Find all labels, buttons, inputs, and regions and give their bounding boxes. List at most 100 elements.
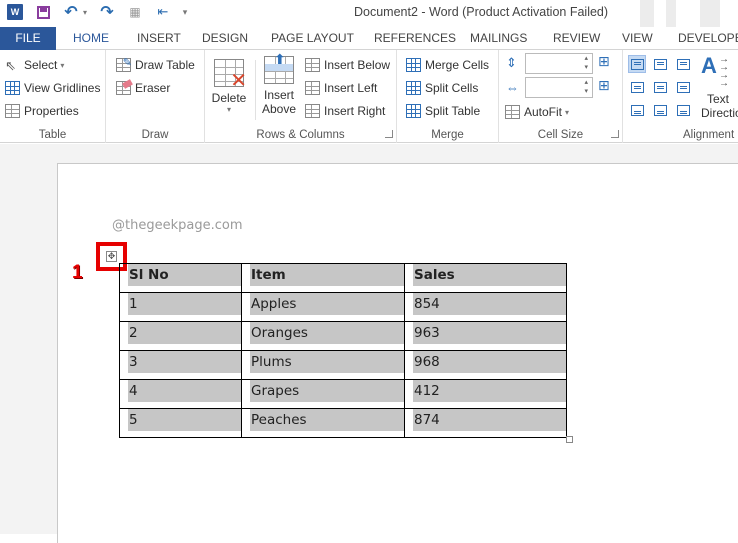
properties-button[interactable]: Properties: [5, 101, 79, 121]
align-top-center-button[interactable]: [651, 55, 669, 73]
tab-page-layout[interactable]: PAGE LAYOUT: [271, 27, 354, 50]
draw-table-button[interactable]: ✎ Draw Table: [116, 55, 195, 75]
table-move-handle-icon[interactable]: ✥: [106, 251, 117, 262]
cell-text: Plums: [250, 351, 404, 373]
tab-mailings[interactable]: MAILINGS: [470, 27, 527, 50]
insert-right-label: Insert Right: [324, 104, 386, 118]
insert-above-button[interactable]: ⬆ Insert Above: [261, 51, 297, 116]
align-bottom-right-button[interactable]: [674, 101, 692, 119]
insert-above-label-2: Above: [261, 102, 297, 116]
cell-size-dialog-launcher-icon[interactable]: [611, 130, 619, 138]
table-cell[interactable]: 1: [119, 292, 242, 322]
tab-references[interactable]: REFERENCES: [374, 27, 456, 50]
autofit-button[interactable]: AutoFit ▾: [505, 102, 569, 122]
rows-columns-dialog-launcher-icon[interactable]: [385, 130, 393, 138]
touch-mode-icon[interactable]: ▦: [124, 2, 146, 22]
table-cell[interactable]: 412: [404, 379, 567, 409]
table-cell[interactable]: 968: [404, 350, 567, 380]
table-cell[interactable]: Oranges: [241, 321, 405, 351]
split-table-icon: [406, 104, 421, 118]
table-cell[interactable]: 963: [404, 321, 567, 351]
eraser-button[interactable]: Eraser: [116, 78, 170, 98]
align-top-center-icon: [653, 58, 667, 70]
tab-insert[interactable]: INSERT: [137, 27, 181, 50]
delete-button[interactable]: ✕ Delete ▾: [211, 59, 247, 114]
row-height-input[interactable]: [525, 53, 593, 74]
properties-icon: [5, 104, 20, 118]
tab-home[interactable]: HOME: [73, 27, 109, 50]
tab-view[interactable]: VIEW: [622, 27, 653, 50]
insert-below-button[interactable]: Insert Below: [305, 55, 390, 75]
insert-left-button[interactable]: Insert Left: [305, 78, 377, 98]
distribute-rows-icon[interactable]: ⊞: [598, 53, 610, 70]
table-row: 3 Plums 968: [119, 350, 567, 380]
align-center-icon: [653, 81, 667, 93]
insert-right-button[interactable]: Insert Right: [305, 101, 385, 121]
view-gridlines-button[interactable]: View Gridlines: [5, 78, 100, 98]
align-bottom-center-icon: [653, 104, 667, 116]
tab-developer[interactable]: DEVELOPER: [678, 27, 738, 50]
background-decoration: [700, 0, 720, 30]
title-bar: W ↶ ▾ ↷ ▦ ⇤ ▾ Document2 - Word (Product …: [0, 0, 738, 30]
merge-cells-button[interactable]: Merge Cells: [406, 55, 489, 75]
table-cell[interactable]: Plums: [241, 350, 405, 380]
cell-text: Item: [250, 264, 404, 286]
distribute-columns-icon[interactable]: ⊞: [598, 77, 610, 94]
merge-cells-icon: [406, 58, 421, 72]
select-label: Select: [24, 58, 58, 72]
table-cell[interactable]: 854: [404, 292, 567, 322]
table-cell[interactable]: Apples: [241, 292, 405, 322]
text-direction-button[interactable]: A→→→→ Text Direction: [701, 53, 738, 121]
table-cell[interactable]: 5: [119, 408, 242, 438]
cell-text: 1: [128, 293, 241, 315]
outdent-icon[interactable]: ⇤: [152, 2, 174, 22]
table-cell[interactable]: 2: [119, 321, 242, 351]
text-direction-icon: A → → → →: [701, 53, 729, 89]
redo-icon[interactable]: ↷: [96, 2, 118, 22]
table-cell[interactable]: 4: [119, 379, 242, 409]
table-cell[interactable]: Peaches: [241, 408, 405, 438]
table-header-cell[interactable]: Item: [241, 263, 405, 293]
align-top-left-icon: [630, 58, 644, 70]
align-top-left-button[interactable]: [628, 55, 646, 73]
table-header-cell[interactable]: Sl No: [119, 263, 242, 293]
select-button[interactable]: ⇖ Select ▾: [5, 55, 64, 75]
table-row: 1 Apples 854: [119, 292, 567, 322]
table-row: 2 Oranges 963: [119, 321, 567, 351]
insert-below-label: Insert Below: [324, 58, 391, 72]
align-center-right-button[interactable]: [674, 78, 692, 96]
split-cells-button[interactable]: Split Cells: [406, 78, 478, 98]
merge-cells-label: Merge Cells: [425, 58, 490, 72]
align-center-left-button[interactable]: [628, 78, 646, 96]
table-header-cell[interactable]: Sales: [404, 263, 567, 293]
align-center-button[interactable]: [651, 78, 669, 96]
word-logo-icon[interactable]: W: [4, 2, 26, 22]
tab-design[interactable]: DESIGN: [202, 27, 248, 50]
align-bottom-center-button[interactable]: [651, 101, 669, 119]
undo-icon[interactable]: ↶: [60, 2, 82, 22]
table-cell[interactable]: 3: [119, 350, 242, 380]
tab-review[interactable]: REVIEW: [553, 27, 600, 50]
gridlines-icon: [5, 81, 20, 95]
cell-text: 963: [413, 322, 566, 344]
text-direction-label-1: Text: [707, 92, 730, 106]
undo-dropdown-icon[interactable]: ▾: [82, 2, 92, 22]
cell-text: 2: [128, 322, 241, 344]
text-direction-label-2: Direction: [701, 106, 738, 120]
align-top-right-button[interactable]: [674, 55, 692, 73]
table-cell[interactable]: Grapes: [241, 379, 405, 409]
insert-above-icon: ⬆: [264, 51, 294, 84]
align-bottom-left-button[interactable]: [628, 101, 646, 119]
table-cell[interactable]: 874: [404, 408, 567, 438]
save-icon[interactable]: [32, 2, 54, 22]
customize-qat-icon[interactable]: ▾: [174, 2, 196, 22]
table-resize-handle[interactable]: [566, 436, 573, 443]
align-bottom-right-icon: [676, 104, 690, 116]
column-width-input[interactable]: [525, 77, 593, 98]
autofit-label: AutoFit: [524, 105, 563, 119]
split-table-button[interactable]: Split Table: [406, 101, 480, 121]
ribbon: ⇖ Select ▾ View Gridlines Properties Tab…: [0, 50, 738, 143]
delete-label: Delete: [211, 91, 247, 105]
background-decoration: [640, 0, 654, 30]
tab-file[interactable]: FILE: [0, 27, 56, 50]
